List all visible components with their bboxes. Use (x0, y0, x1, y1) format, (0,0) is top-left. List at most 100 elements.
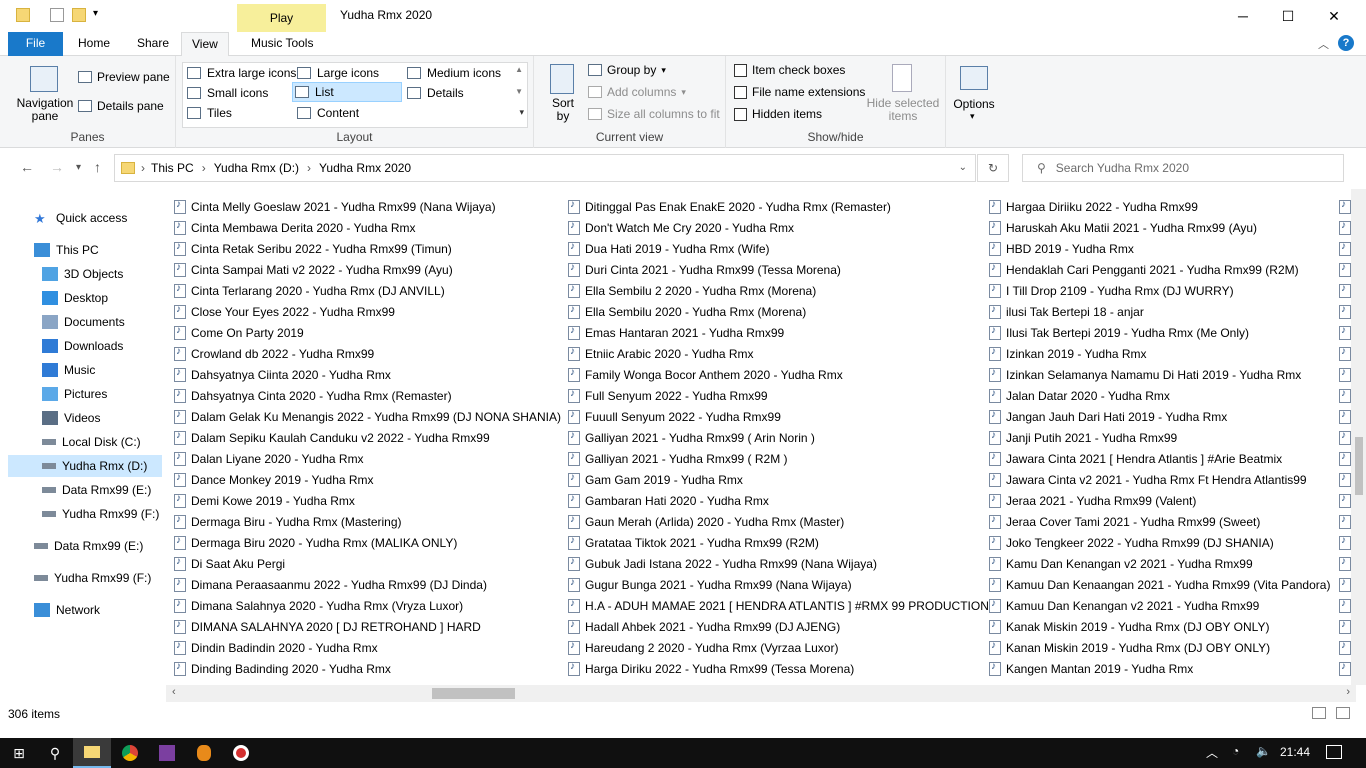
file-item[interactable]: Kanan Miskin 2019 - Yudha Rmx (DJ OBY ON… (989, 637, 1330, 658)
add-columns-button[interactable]: Add columns ▾ (588, 85, 686, 99)
file-item[interactable]: Ella Sembilu 2020 - Yudha Rmx (Morena) (568, 301, 989, 322)
tab-home[interactable]: Home (68, 32, 120, 56)
file-item[interactable]: Dindin Badindin 2020 - Yudha Rmx (174, 637, 561, 658)
file-item[interactable] (1339, 616, 1351, 637)
file-item[interactable]: Dalan Liyane 2020 - Yudha Rmx (174, 448, 561, 469)
breadcrumb-current-folder[interactable]: Yudha Rmx 2020 (319, 161, 411, 175)
maximize-button[interactable]: ☐ (1265, 0, 1311, 32)
scroll-right-icon[interactable]: › (1346, 686, 1350, 698)
recent-locations-icon[interactable]: ▾ (76, 162, 81, 173)
file-item[interactable]: Jangan Jauh Dari Hati 2019 - Yudha Rmx (989, 406, 1330, 427)
item-check-boxes-toggle[interactable]: Item check boxes (734, 63, 845, 77)
scroll-left-icon[interactable]: ‹ (172, 686, 176, 698)
close-button[interactable]: ✕ (1311, 0, 1357, 32)
file-item[interactable]: Janji Putih 2021 - Yudha Rmx99 (989, 427, 1330, 448)
tab-share[interactable]: Share (127, 32, 179, 56)
file-item[interactable]: Gubuk Jadi Istana 2022 - Yudha Rmx99 (Na… (568, 553, 989, 574)
file-item[interactable]: Gambaran Hati 2020 - Yudha Rmx (568, 490, 989, 511)
gallery-scroll-up-icon[interactable]: ▲ (515, 65, 523, 74)
file-item[interactable] (1339, 637, 1351, 658)
file-item[interactable]: Dalam Gelak Ku Menangis 2022 - Yudha Rmx… (174, 406, 561, 427)
layout-content[interactable]: Content (295, 103, 359, 123)
layout-details[interactable]: Details (405, 83, 464, 103)
file-item[interactable]: Jeraa 2021 - Yudha Rmx99 (Valent) (989, 490, 1330, 511)
help-icon[interactable]: ? (1338, 35, 1354, 51)
file-item[interactable]: Joko Tengkeer 2022 - Yudha Rmx99 (DJ SHA… (989, 532, 1330, 553)
file-item[interactable] (1339, 259, 1351, 280)
sidebar-item[interactable]: Documents (0, 311, 162, 333)
sidebar-item[interactable]: Network (0, 599, 162, 621)
size-columns-button[interactable]: Size all columns to fit (588, 107, 720, 121)
navigation-pane-button[interactable]: Navigation pane (14, 97, 76, 123)
layout-extra-large-icons[interactable]: Extra large icons (185, 63, 296, 83)
sort-by-button[interactable]: Sort by (548, 97, 578, 123)
file-item[interactable] (1339, 196, 1351, 217)
file-explorer-taskbar-button[interactable] (73, 738, 111, 768)
file-item[interactable] (1339, 301, 1351, 322)
file-item[interactable]: Dance Monkey 2019 - Yudha Rmx (174, 469, 561, 490)
clock[interactable]: 21:44 (1280, 745, 1310, 759)
file-item[interactable] (1339, 280, 1351, 301)
collapse-ribbon-icon[interactable]: ︿ (1318, 36, 1329, 52)
sidebar-item[interactable]: Music (0, 359, 162, 381)
sidebar-item[interactable]: Yudha Rmx (D:) (8, 455, 162, 477)
sidebar-item[interactable]: Downloads (0, 335, 162, 357)
file-item[interactable]: Jawara Cinta 2021 [ Hendra Atlantis ] #A… (989, 448, 1330, 469)
file-item[interactable]: Gugur Bunga 2021 - Yudha Rmx99 (Nana Wij… (568, 574, 989, 595)
network-status-icon[interactable]: ◔ (1232, 744, 1239, 758)
file-item[interactable]: Cinta Melly Goeslaw 2021 - Yudha Rmx99 (… (174, 196, 561, 217)
layout-large-icons[interactable]: Large icons (295, 63, 379, 83)
sidebar-item[interactable]: Data Rmx99 (E:) (0, 479, 162, 501)
forward-arrow-icon[interactable]: → (50, 159, 64, 175)
up-arrow-icon[interactable]: ↑ (94, 159, 101, 175)
start-button[interactable]: ⊞ (0, 738, 38, 768)
layout-tiles[interactable]: Tiles (185, 103, 232, 123)
file-item[interactable]: Kanak Miskin 2019 - Yudha Rmx (DJ OBY ON… (989, 616, 1330, 637)
breadcrumb-this-pc[interactable]: This PC (151, 161, 194, 175)
address-bar[interactable]: › This PC › Yudha Rmx (D:) › Yudha Rmx 2… (114, 154, 976, 182)
sidebar-item[interactable]: Desktop (0, 287, 162, 309)
file-item[interactable]: Hareudang 2 2020 - Yudha Rmx (Vyrzaa Lux… (568, 637, 989, 658)
file-item[interactable]: Close Your Eyes 2022 - Yudha Rmx99 (174, 301, 561, 322)
file-item[interactable] (1339, 595, 1351, 616)
sidebar-item[interactable]: ★ Quick access (0, 207, 162, 229)
file-item[interactable] (1339, 511, 1351, 532)
file-item[interactable]: Cinta Retak Seribu 2022 - Yudha Rmx99 (T… (174, 238, 561, 259)
file-item[interactable] (1339, 658, 1351, 679)
sidebar-item[interactable]: Pictures (0, 383, 162, 405)
file-item[interactable]: Demi Kowe 2019 - Yudha Rmx (174, 490, 561, 511)
layout-small-icons[interactable]: Small icons (185, 83, 268, 103)
search-input[interactable]: ⚲ Search Yudha Rmx 2020 (1022, 154, 1344, 182)
sidebar-item[interactable]: Yudha Rmx99 (F:) (0, 567, 162, 589)
file-item[interactable]: Hargaa Diriiku 2022 - Yudha Rmx99 (989, 196, 1330, 217)
file-item[interactable]: Kamu Dan Kenangan v2 2021 - Yudha Rmx99 (989, 553, 1330, 574)
sidebar-item[interactable]: Yudha Rmx99 (F:) (0, 503, 162, 525)
gallery-expand-icon[interactable]: ▾ (519, 107, 524, 118)
app-taskbar-button[interactable] (148, 738, 186, 768)
file-item[interactable]: Dimana Salahnya 2020 - Yudha Rmx (Vryza … (174, 595, 561, 616)
file-item[interactable]: Cinta Sampai Mati v2 2022 - Yudha Rmx99 … (174, 259, 561, 280)
file-item[interactable]: Harga Diriku 2022 - Yudha Rmx99 (Tessa M… (568, 658, 989, 679)
sidebar-item[interactable]: Videos (0, 407, 162, 429)
file-item[interactable] (1339, 427, 1351, 448)
new-folder-icon[interactable] (72, 8, 86, 22)
file-item[interactable] (1339, 385, 1351, 406)
file-item[interactable]: Emas Hantaran 2021 - Yudha Rmx99 (568, 322, 989, 343)
layout-medium-icons[interactable]: Medium icons (405, 63, 501, 83)
file-item[interactable]: Dalam Sepiku Kaulah Canduku v2 2022 - Yu… (174, 427, 561, 448)
search-taskbar-button[interactable]: ⚲ (36, 738, 74, 768)
properties-icon[interactable] (50, 8, 64, 22)
file-name-extensions-toggle[interactable]: File name extensions (734, 85, 865, 99)
address-dropdown-icon[interactable]: ⌄ (959, 162, 967, 173)
file-item[interactable]: I Till Drop 2109 - Yudha Rmx (DJ WURRY) (989, 280, 1330, 301)
sidebar-item[interactable]: This PC (0, 239, 162, 261)
file-item[interactable]: DIMANA SALAHNYA 2020 [ DJ RETROHAND ] HA… (174, 616, 561, 637)
gallery-scroll-down-icon[interactable]: ▼ (515, 87, 523, 96)
context-tab-play[interactable]: Play (237, 4, 326, 32)
file-item[interactable]: Haruskah Aku Matii 2021 - Yudha Rmx99 (A… (989, 217, 1330, 238)
file-item[interactable]: Ella Sembilu 2 2020 - Yudha Rmx (Morena) (568, 280, 989, 301)
file-item[interactable]: Gam Gam 2019 - Yudha Rmx (568, 469, 989, 490)
tab-music-tools[interactable]: Music Tools (241, 32, 323, 56)
file-item[interactable] (1339, 217, 1351, 238)
file-item[interactable]: Fuuull Senyum 2022 - Yudha Rmx99 (568, 406, 989, 427)
